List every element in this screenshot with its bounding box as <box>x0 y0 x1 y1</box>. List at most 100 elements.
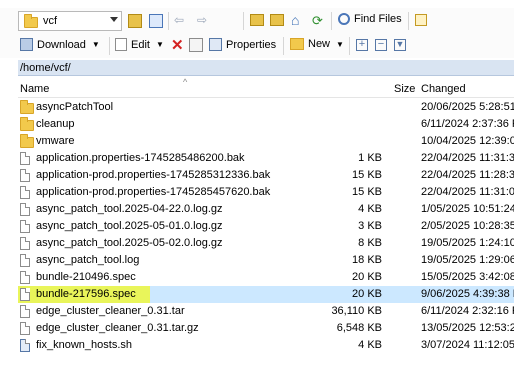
chevron-down-icon: ▼ <box>91 40 100 49</box>
file-size: 15 KB <box>352 186 382 198</box>
properties-icon <box>209 38 222 51</box>
file-changed: 19/05/2025 1:24:10 P <box>421 237 514 249</box>
file-row[interactable]: vmware 10/04/2025 12:39:06 <box>18 133 514 150</box>
file-row[interactable]: asyncPatchTool 20/06/2025 5:28:51 P <box>18 99 514 116</box>
filter-icon[interactable] <box>149 14 163 28</box>
unselect-all-icon[interactable]: − <box>375 39 387 51</box>
file-name: fix_known_hosts.sh <box>36 339 132 351</box>
chevron-down-icon: ▼ <box>155 40 164 49</box>
file-changed: 6/11/2024 2:32:16 PM <box>421 305 514 317</box>
file-changed: 6/11/2024 2:37:36 PM <box>421 118 514 130</box>
file-row[interactable]: application-prod.properties-174528545762… <box>18 184 514 201</box>
file-icon <box>20 322 30 335</box>
current-path: /home/vcf/ <box>18 60 514 76</box>
file-size: 8 KB <box>358 237 382 249</box>
back-arrow-icon[interactable]: ⇦ <box>174 13 184 27</box>
file-icon <box>20 254 30 267</box>
file-changed: 20/06/2025 5:28:51 P <box>421 101 514 113</box>
new-folder-icon <box>290 38 304 50</box>
file-icon <box>20 271 30 284</box>
file-action-toolbar: Download ▼ Edit ▼ ✕ Properties New ▼ + −… <box>0 34 514 58</box>
edit-button[interactable]: Edit ▼ <box>115 38 164 51</box>
select-all-icon[interactable]: + <box>356 39 368 51</box>
column-header-name[interactable]: Name <box>20 83 49 95</box>
sort-ascending-icon: ^ <box>183 77 188 87</box>
file-size: 18 KB <box>352 254 382 266</box>
file-name: edge_cluster_cleaner_0.31.tar <box>36 305 185 317</box>
file-icon <box>20 203 30 216</box>
forward-arrow-icon[interactable]: ⇨ <box>197 13 207 27</box>
file-name: async_patch_tool.2025-04-22.0.log.gz <box>36 203 223 215</box>
file-size: 20 KB <box>352 271 382 283</box>
file-list-header: Name ^ Size Changed <box>18 77 514 98</box>
column-header-size[interactable]: Size <box>394 83 415 95</box>
file-row[interactable]: async_patch_tool.log 18 KB 19/05/2025 1:29… <box>18 252 514 269</box>
file-changed: 3/07/2024 11:12:05 P <box>421 339 514 351</box>
file-row[interactable]: fix_known_hosts.sh 4 KB 3/07/2024 11:12:05… <box>18 337 514 354</box>
file-list: asyncPatchTool 20/06/2025 5:28:51 P cleanu… <box>18 99 514 354</box>
file-changed: 19/05/2025 1:29:06 P <box>421 254 514 266</box>
refresh-icon[interactable]: ⟳ <box>312 13 323 29</box>
file-size: 6,548 KB <box>336 322 382 334</box>
column-header-changed[interactable]: Changed <box>421 83 466 95</box>
file-changed: 22/04/2025 11:31:02 <box>421 186 514 198</box>
edit-icon <box>115 38 127 51</box>
file-changed: 9/06/2025 4:39:38 PM <box>421 288 514 300</box>
file-name: edge_cluster_cleaner_0.31.tar.gz <box>36 322 199 334</box>
open-folder-icon[interactable] <box>128 14 142 28</box>
properties-label: Properties <box>226 38 277 51</box>
file-changed: 13/05/2025 12:53:22 <box>421 322 514 334</box>
new-button[interactable]: New ▼ <box>290 38 344 50</box>
script-file-icon <box>20 339 30 352</box>
file-changed: 10/04/2025 12:39:06 <box>421 135 514 147</box>
file-row[interactable]: bundle-217596.spec 20 KB 9/06/2025 4:39:38… <box>18 286 514 303</box>
delete-icon[interactable]: ✕ <box>171 36 184 54</box>
filter-selection-icon[interactable]: ▼ <box>394 39 406 51</box>
file-name: asyncPatchTool <box>36 101 114 113</box>
folder-icon <box>24 14 38 28</box>
tree-view-icon[interactable] <box>415 14 427 26</box>
file-name: bundle-217596.spec <box>36 288 136 300</box>
file-name: async_patch_tool.2025-05-01.0.log.gz <box>36 220 223 232</box>
search-icon <box>338 13 350 25</box>
properties-button[interactable]: Properties <box>209 38 276 51</box>
file-row[interactable]: async_patch_tool.2025-04-22.0.log.gz 4 KB… <box>18 201 514 218</box>
file-icon <box>20 169 30 182</box>
find-files-button[interactable]: Find Files <box>338 13 402 25</box>
toolbar-divider <box>168 12 169 30</box>
folder-icon <box>20 100 34 114</box>
file-icon <box>20 220 30 233</box>
toolbar-divider <box>349 37 350 55</box>
file-row[interactable]: bundle-210496.spec 20 KB 15/05/2025 3:42:0… <box>18 269 514 286</box>
file-icon <box>20 237 30 250</box>
file-icon <box>20 305 30 318</box>
edit-label: Edit <box>131 38 150 51</box>
file-row[interactable]: edge_cluster_cleaner_0.31.tar.gz 6,548 KB… <box>18 320 514 337</box>
file-row[interactable]: edge_cluster_cleaner_0.31.tar 36,110 KB 6/… <box>18 303 514 320</box>
home-icon[interactable]: ⌂ <box>291 12 299 28</box>
file-name: bundle-210496.spec <box>36 271 136 283</box>
parent-directory-icon[interactable] <box>250 14 264 26</box>
directory-dropdown-value: vcf <box>43 15 58 27</box>
file-row[interactable]: application-prod.properties-174528531233… <box>18 167 514 184</box>
toolbar-divider <box>283 37 284 55</box>
folder-icon <box>20 134 34 148</box>
rename-icon[interactable] <box>189 38 203 52</box>
file-name: async_patch_tool.2025-05-02.0.log.gz <box>36 237 223 249</box>
file-name: application-prod.properties-174528531233… <box>36 169 271 181</box>
file-size: 1 KB <box>358 152 382 164</box>
navigation-toolbar: vcf ⇦ ⇨ ⌂ ⟳ Find Files <box>0 8 514 34</box>
file-row[interactable]: cleanup 6/11/2024 2:37:36 PM <box>18 116 514 133</box>
directory-dropdown[interactable]: vcf <box>18 11 122 31</box>
download-label: Download <box>37 38 86 51</box>
file-row[interactable]: async_patch_tool.2025-05-01.0.log.gz 3 KB… <box>18 218 514 235</box>
file-row[interactable]: async_patch_tool.2025-05-02.0.log.gz 8 KB… <box>18 235 514 252</box>
file-size: 36,110 KB <box>331 305 382 317</box>
download-button[interactable]: Download ▼ <box>20 38 100 51</box>
toolbar-divider <box>109 37 110 55</box>
file-changed: 22/04/2025 11:28:37 <box>421 169 514 181</box>
folder-icon <box>20 117 34 131</box>
file-size: 20 KB <box>352 288 382 300</box>
root-directory-icon[interactable] <box>270 14 284 26</box>
file-row[interactable]: application.properties-1745285486200.bak… <box>18 150 514 167</box>
